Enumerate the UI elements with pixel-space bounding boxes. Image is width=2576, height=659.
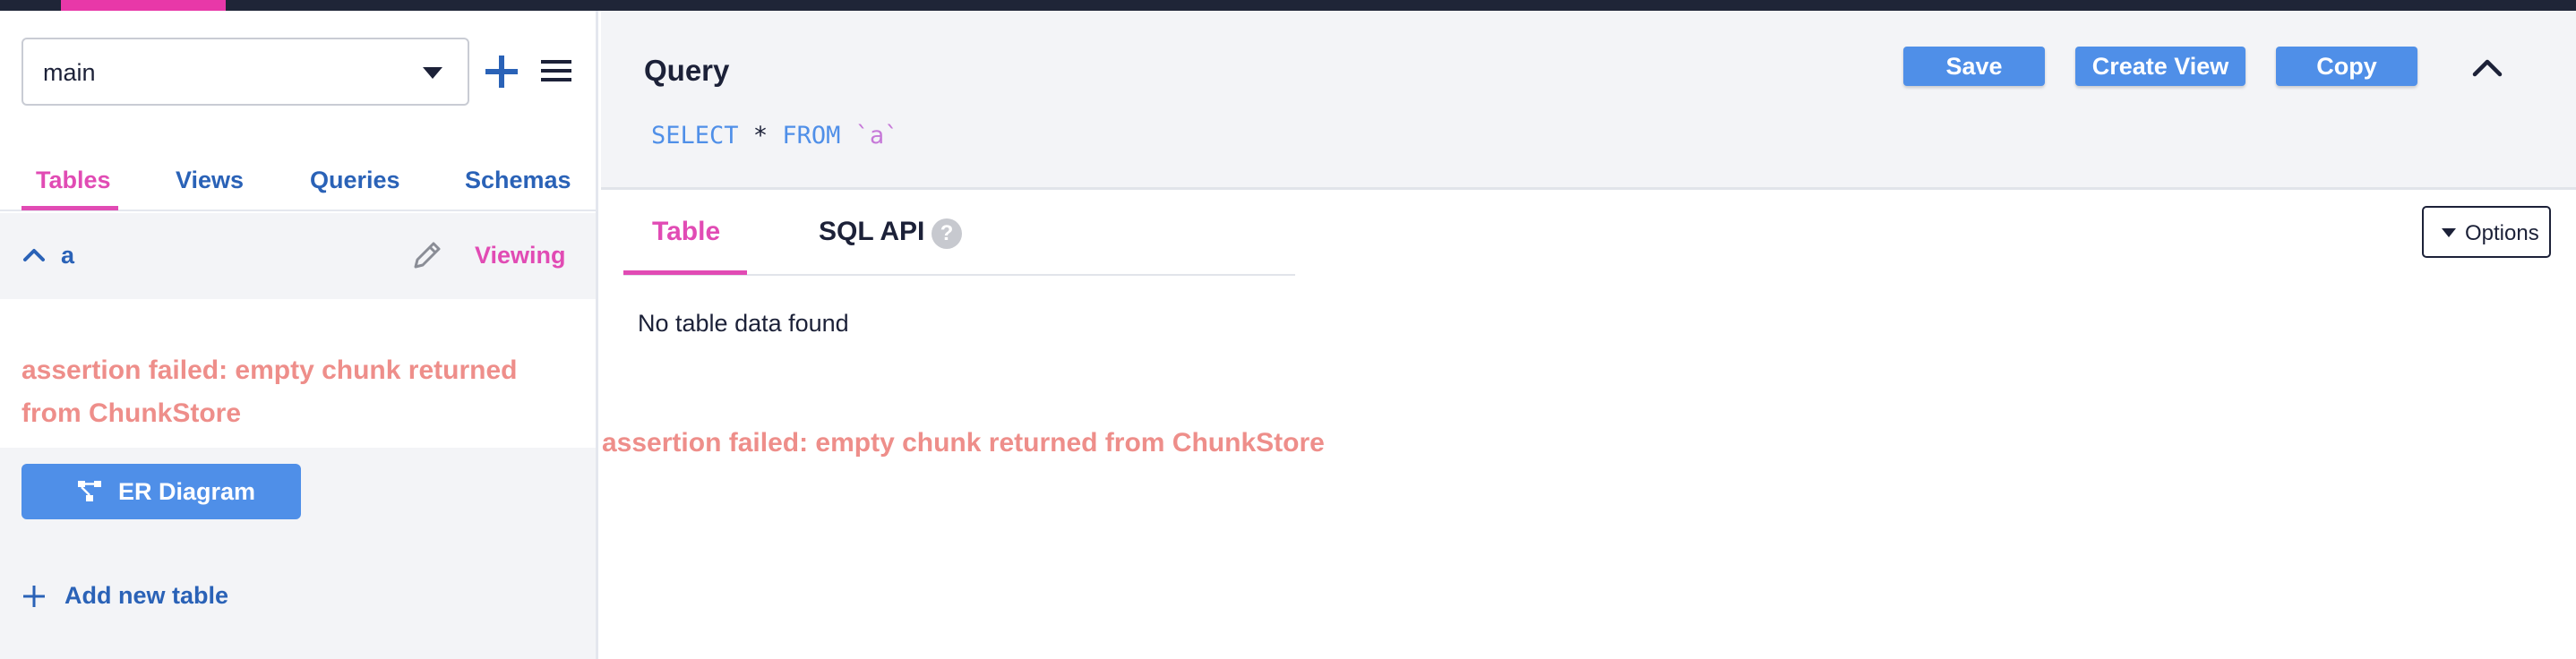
active-tab-indicator	[21, 206, 118, 210]
hamburger-menu-icon[interactable]	[537, 52, 575, 90]
er-diagram-icon	[78, 481, 101, 501]
create-view-button[interactable]: Create View	[2075, 47, 2245, 86]
options-button[interactable]: Options	[2422, 206, 2551, 258]
tab-views[interactable]: Views	[176, 167, 244, 194]
table-name[interactable]: a	[61, 242, 74, 270]
add-new-table-label: Add new table	[64, 582, 229, 609]
table-list-item[interactable]: a Viewing	[0, 213, 596, 299]
sidebar-error-message: assertion failed: empty chunk returned f…	[21, 355, 518, 428]
tab-tables[interactable]: Tables	[36, 167, 111, 194]
plus-icon	[23, 586, 45, 607]
top-bar	[0, 0, 2576, 11]
sidebar: main Tables Views Queries Schemas a View…	[0, 11, 598, 659]
empty-table-message: No table data found	[638, 310, 849, 337]
plus-icon[interactable]	[480, 50, 523, 93]
active-tab-indicator	[623, 270, 747, 275]
top-bar-active-indicator	[61, 0, 226, 11]
er-diagram-label: ER Diagram	[118, 478, 256, 505]
caret-down-icon	[2442, 228, 2456, 237]
query-title: Query	[644, 54, 730, 87]
save-button[interactable]: Save	[1903, 47, 2045, 86]
result-tabs: Table SQL API ?	[623, 190, 1295, 276]
sql-keyword-from: FROM	[782, 122, 841, 150]
sql-star: *	[752, 122, 769, 150]
database-select-value: main	[43, 59, 96, 86]
pencil-icon[interactable]	[408, 236, 446, 274]
caret-down-icon	[423, 67, 442, 79]
tab-queries[interactable]: Queries	[310, 167, 400, 194]
results-error-message: assertion failed: empty chunk returned f…	[602, 428, 1325, 458]
sql-table-identifier: `a`	[854, 122, 899, 150]
tab-schemas[interactable]: Schemas	[465, 167, 571, 194]
query-panel: Query SELECT * FROM `a` Save Create View…	[601, 11, 2576, 190]
chevron-up-icon[interactable]	[21, 242, 47, 267]
chevron-up-icon[interactable]	[2469, 50, 2505, 86]
tab-sql-api[interactable]: SQL API	[819, 217, 924, 247]
tab-table[interactable]: Table	[652, 217, 720, 247]
options-label: Options	[2465, 221, 2539, 245]
sql-editor[interactable]: SELECT * FROM `a`	[651, 122, 898, 150]
sql-keyword-select: SELECT	[651, 122, 739, 150]
sidebar-tabs: Tables Views Queries Schemas	[0, 145, 596, 211]
viewing-status: Viewing	[475, 242, 566, 269]
copy-button[interactable]: Copy	[2276, 47, 2417, 86]
database-select[interactable]: main	[21, 38, 469, 106]
er-diagram-button[interactable]: ER Diagram	[21, 464, 301, 519]
help-icon[interactable]: ?	[932, 218, 962, 249]
